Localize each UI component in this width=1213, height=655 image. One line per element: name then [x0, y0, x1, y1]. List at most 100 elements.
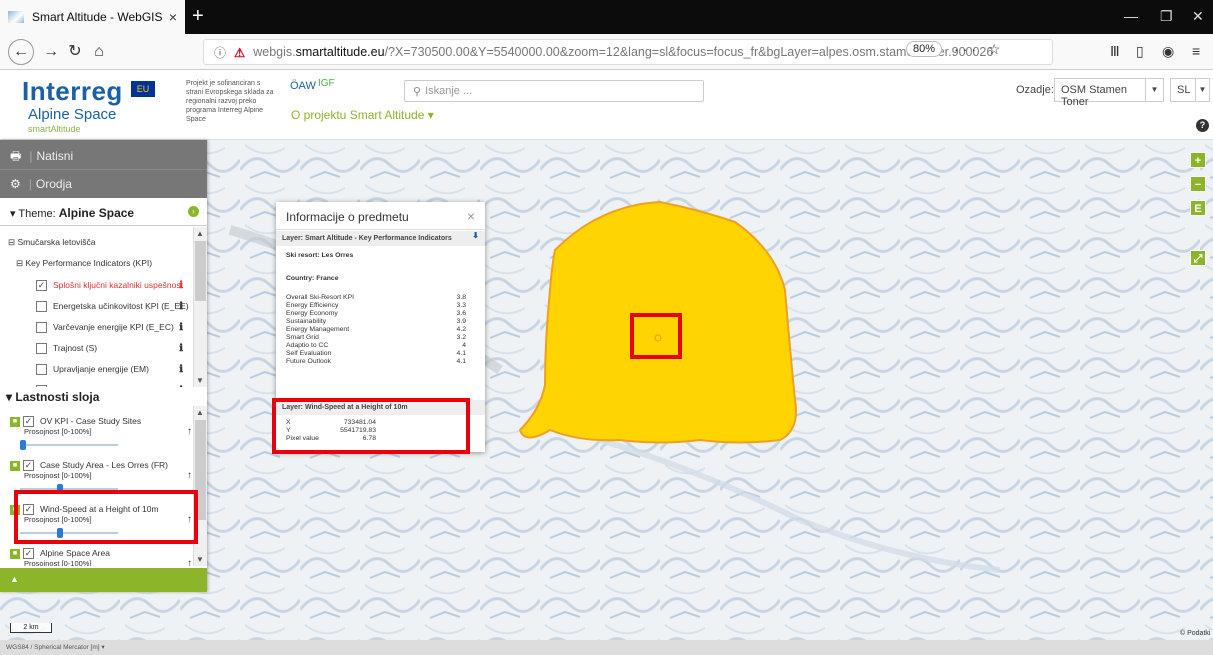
kpi-row: Smart Grid 3.2 [286, 334, 466, 342]
sidebar-icon[interactable]: ▯ [1136, 43, 1144, 60]
layer-color-icon[interactable]: ■ [10, 416, 20, 427]
layer-prop-label: OV KPI - Case Study Sites [40, 416, 142, 426]
home-button[interactable]: ⌂ [88, 41, 110, 63]
language-select[interactable]: SL ▼ [1170, 78, 1210, 102]
background-value: OSM Stamen Toner [1061, 84, 1128, 108]
kpi-value: 4.2 [456, 326, 466, 333]
theme-go-icon[interactable]: › [188, 206, 199, 217]
project-funding-text: Projekt je sofinanciran s strani Evropsk… [186, 80, 274, 123]
window-close-icon[interactable]: ✕ [1192, 8, 1204, 25]
layer-item[interactable]: Trajnost (S) [36, 343, 98, 355]
layer-visible-checkbox[interactable]: ✓ [23, 548, 34, 560]
layer-properties-title[interactable]: ▾ Lastnosti sloja [6, 390, 99, 404]
status-bar: WGS84 / Spherical Mercator [m] ▾ [0, 640, 1213, 655]
layer-checkbox[interactable] [36, 322, 47, 334]
sidebar-collapse-button[interactable]: ▲ [0, 568, 207, 592]
country-name: Country: France [286, 275, 339, 282]
layer-color-icon[interactable]: ■ [10, 460, 20, 471]
layer-item[interactable]: Pametno omrežje (SG) [36, 385, 140, 387]
page-actions[interactable]: ··· ☆ [954, 41, 1004, 58]
about-project-link[interactable]: O projektu Smart Altitude ▾ [291, 108, 434, 122]
info-icon[interactable]: ℹ [179, 301, 183, 312]
background-select[interactable]: OSM Stamen Toner ▼ [1054, 78, 1164, 108]
info-icon[interactable]: ℹ [179, 343, 183, 354]
download-icon[interactable]: ⬇ [472, 231, 479, 240]
browser-tab[interactable]: Smart Altitude - WebGIS × [0, 0, 185, 34]
layer-checkbox[interactable]: ✓ [36, 280, 47, 292]
info-icon[interactable]: ℹ [179, 322, 183, 333]
tab-title: Smart Altitude - WebGIS [32, 10, 163, 24]
eu-flag-icon: EU [130, 80, 156, 98]
info-icon[interactable]: ℹ [179, 364, 183, 375]
layer-visible-checkbox[interactable]: ✓ [23, 416, 34, 428]
background-label: Ozadje: [1016, 84, 1054, 96]
layer-item-label: Pametno omrežje (SG) [53, 385, 140, 387]
layer-checkbox[interactable] [36, 301, 47, 313]
info-icon[interactable]: ⓘ [214, 44, 226, 61]
url-host: smartaltitude.eu [295, 45, 385, 59]
theme-selector[interactable]: ▾ Theme: Alpine Space › [0, 198, 207, 226]
tab-close-icon[interactable]: × [169, 9, 177, 25]
layer-title: Layer: Smart Altitude - Key Performance … [282, 235, 452, 242]
layer-color-icon[interactable]: ■ [10, 548, 20, 559]
help-icon[interactable]: ? [1196, 119, 1209, 132]
popup-title: Informacije o predmetu [276, 202, 485, 230]
zoom-out-button[interactable]: − [1190, 176, 1206, 192]
language-value: SL [1177, 84, 1191, 96]
layer-tree-scrollbar[interactable]: ▲ ▼ [193, 227, 207, 387]
layer-item-label: Upravljanje energije (EM) [53, 364, 149, 374]
tree-group[interactable]: ⊟ Smučarska letovišča [8, 237, 95, 248]
info-icon[interactable]: ℹ [179, 280, 183, 291]
tools-label: Orodja [35, 177, 72, 191]
layer-item[interactable]: Energetska učinkovitost KPI (E_EE) [36, 301, 189, 313]
search-input[interactable]: ⚲ Iskanje ... [404, 80, 704, 102]
layer-item[interactable]: Upravljanje energije (EM) [36, 364, 149, 376]
reload-button[interactable]: ↻ [64, 41, 86, 63]
tree-group-label: Smučarska letovišča [17, 237, 96, 247]
layer-item-label: Splošni ključni kazalniki uspešnost [53, 280, 183, 290]
search-placeholder: Iskanje ... [425, 85, 473, 97]
menu-icon[interactable]: ≡ [1192, 43, 1200, 59]
tools-button[interactable]: ⚙ | Orodja [0, 169, 207, 198]
layer-prop-row: ■ ✓ Case Study Area - Les Orres (FR) Prosoj… [10, 460, 188, 480]
minimize-icon[interactable]: — [1124, 8, 1138, 24]
layer-item[interactable]: ✓ Splošni ključni kazalniki uspešnost [36, 280, 183, 292]
restore-icon[interactable]: ❐ [1160, 8, 1173, 25]
igf-logo: IGF [318, 78, 335, 89]
fullscreen-button[interactable]: ⤢ [1190, 250, 1206, 266]
zoom-in-button[interactable]: + [1190, 152, 1206, 168]
back-button[interactable]: ← [8, 39, 34, 65]
kpi-name: Future Outlook [286, 358, 331, 365]
tree-subgroup[interactable]: ⊟ Key Performance Indicators (KPI) [16, 258, 152, 269]
tree-subgroup-label: Key Performance Indicators (KPI) [25, 258, 153, 268]
annotation-box-wind-info [272, 398, 470, 454]
account-icon[interactable]: ◉ [1162, 43, 1174, 60]
layer-item-label: Trajnost (S) [53, 343, 98, 353]
zoom-badge[interactable]: 80% [906, 41, 943, 57]
layer-checkbox[interactable] [36, 343, 47, 355]
opacity-slider[interactable] [20, 440, 118, 450]
kpi-name: Overall Ski-Resort KPI [286, 294, 354, 301]
print-button[interactable]: 🖶 | Natisni [0, 140, 207, 169]
new-tab-button[interactable]: + [192, 4, 204, 28]
close-icon[interactable]: × [467, 208, 475, 224]
layer-checkbox[interactable] [36, 385, 47, 387]
layer-item[interactable]: Varčevanje energije KPI (E_EC) [36, 322, 174, 334]
opacity-slider-handle[interactable] [20, 440, 26, 450]
kpi-value: 3.9 [456, 318, 466, 325]
map-attribution[interactable]: © Podatki [1180, 630, 1210, 637]
crs-select[interactable]: WGS84 / Spherical Mercator [m] [6, 644, 100, 651]
props-title-text: Lastnosti sloja [15, 390, 100, 404]
layer-visible-checkbox[interactable]: ✓ [23, 460, 34, 472]
layer-checkbox[interactable] [36, 364, 47, 376]
favicon-icon [8, 11, 24, 23]
zoom-extent-button[interactable]: E [1190, 200, 1206, 216]
info-icon[interactable]: ℹ [179, 385, 183, 387]
library-icon[interactable]: Ⅲ [1110, 43, 1120, 60]
theme-prefix: Theme: [18, 208, 56, 220]
browser-nav-bar: ← → ↻ ⌂ ⓘ ⚠ webgis. smartaltitude.eu/?X=7… [0, 34, 1213, 70]
kpi-row: Energy Economy 3.6 [286, 310, 466, 318]
printer-icon: 🖶 [10, 149, 22, 163]
kpi-name: Smart Grid [286, 334, 319, 341]
forward-button[interactable]: → [40, 41, 62, 63]
